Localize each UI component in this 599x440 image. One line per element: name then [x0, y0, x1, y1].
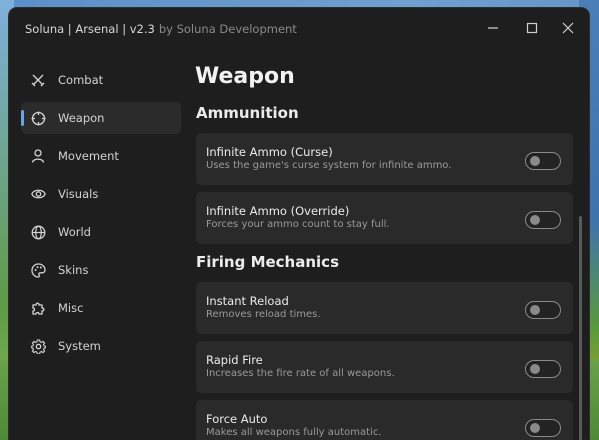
option-label: Rapid Fire	[206, 353, 263, 367]
puzzle-icon	[30, 300, 46, 316]
option-description: Increases the fire rate of all weapons.	[206, 368, 395, 379]
title-bar[interactable]: Soluna | Arsenal | v2.3 by Soluna Develop…	[9, 8, 589, 50]
toggle-knob	[530, 305, 540, 315]
option-infinite-ammo-override: Infinite Ammo (Override) Forces your amm…	[196, 192, 573, 244]
toggle-switch[interactable]	[525, 419, 561, 437]
close-icon	[562, 22, 574, 34]
toggle-knob	[530, 215, 540, 225]
crosshair-icon	[30, 110, 46, 126]
sidebar-item-visuals[interactable]: Visuals	[21, 178, 181, 210]
app-window: Soluna | Arsenal | v2.3 by Soluna Develop…	[9, 8, 589, 440]
toggle-switch[interactable]	[525, 152, 561, 170]
scrollbar[interactable]	[579, 216, 582, 440]
gear-icon	[30, 338, 46, 354]
option-rapid-fire: Rapid Fire Increases the fire rate of al…	[196, 341, 573, 393]
option-description: Makes all weapons fully automatic.	[206, 427, 382, 438]
sidebar-item-label: World	[58, 225, 91, 239]
app-title: Soluna | Arsenal | v2.3	[25, 22, 155, 36]
option-label: Infinite Ammo (Override)	[206, 204, 350, 218]
app-subtitle: by Soluna Development	[158, 22, 297, 36]
sidebar-item-label: Skins	[58, 263, 89, 277]
toggle-switch[interactable]	[525, 360, 561, 378]
minimize-button[interactable]	[479, 18, 507, 40]
sidebar-item-label: Combat	[58, 73, 104, 87]
eye-icon	[30, 186, 46, 202]
window-title: Soluna | Arsenal | v2.3 by Soluna Develop…	[25, 22, 297, 36]
sidebar-item-weapon[interactable]: Weapon	[21, 102, 181, 134]
page-title: Weapon	[195, 64, 295, 89]
sidebar-item-skins[interactable]: Skins	[21, 254, 181, 286]
option-label: Infinite Ammo (Curse)	[206, 145, 333, 159]
sidebar-item-label: System	[58, 339, 101, 353]
sidebar-item-misc[interactable]: Misc	[21, 292, 181, 324]
globe-icon	[30, 224, 46, 240]
option-infinite-ammo-curse: Infinite Ammo (Curse) Uses the game's cu…	[196, 133, 573, 185]
minimize-icon	[488, 27, 498, 29]
palette-icon	[30, 262, 46, 278]
sidebar-item-combat[interactable]: Combat	[21, 64, 181, 96]
option-label: Force Auto	[206, 412, 268, 426]
option-force-auto: Force Auto Makes all weapons fully autom…	[196, 400, 573, 440]
sidebar-item-label: Weapon	[58, 111, 105, 125]
option-description: Removes reload times.	[206, 309, 321, 320]
option-description: Uses the game's curse system for infinit…	[206, 160, 452, 171]
active-indicator	[21, 110, 24, 126]
option-description: Forces your ammo count to stay full.	[206, 219, 390, 230]
sidebar-item-label: Misc	[58, 301, 84, 315]
toggle-knob	[530, 364, 540, 374]
toggle-switch[interactable]	[525, 301, 561, 319]
section-title-firing-mechanics: Firing Mechanics	[196, 253, 339, 271]
close-button[interactable]	[554, 18, 582, 40]
toggle-knob	[530, 423, 540, 433]
person-icon	[30, 148, 46, 164]
main-content[interactable]: 4 Weapon Ammunition Infinite Ammo (Curse…	[195, 58, 589, 440]
option-instant-reload: Instant Reload Removes reload times.	[196, 282, 573, 334]
toggle-switch[interactable]	[525, 211, 561, 229]
sidebar-item-movement[interactable]: Movement	[21, 140, 181, 172]
crossed-swords-icon	[30, 72, 46, 88]
sidebar-item-label: Movement	[58, 149, 119, 163]
section-title-ammunition: Ammunition	[196, 104, 299, 122]
sidebar-item-system[interactable]: System	[21, 330, 181, 362]
sidebar-item-label: Visuals	[58, 187, 99, 201]
toggle-knob	[530, 156, 540, 166]
maximize-icon	[526, 22, 538, 34]
option-label: Instant Reload	[206, 294, 289, 308]
maximize-button[interactable]	[518, 18, 546, 40]
sidebar-item-world[interactable]: World	[21, 216, 181, 248]
